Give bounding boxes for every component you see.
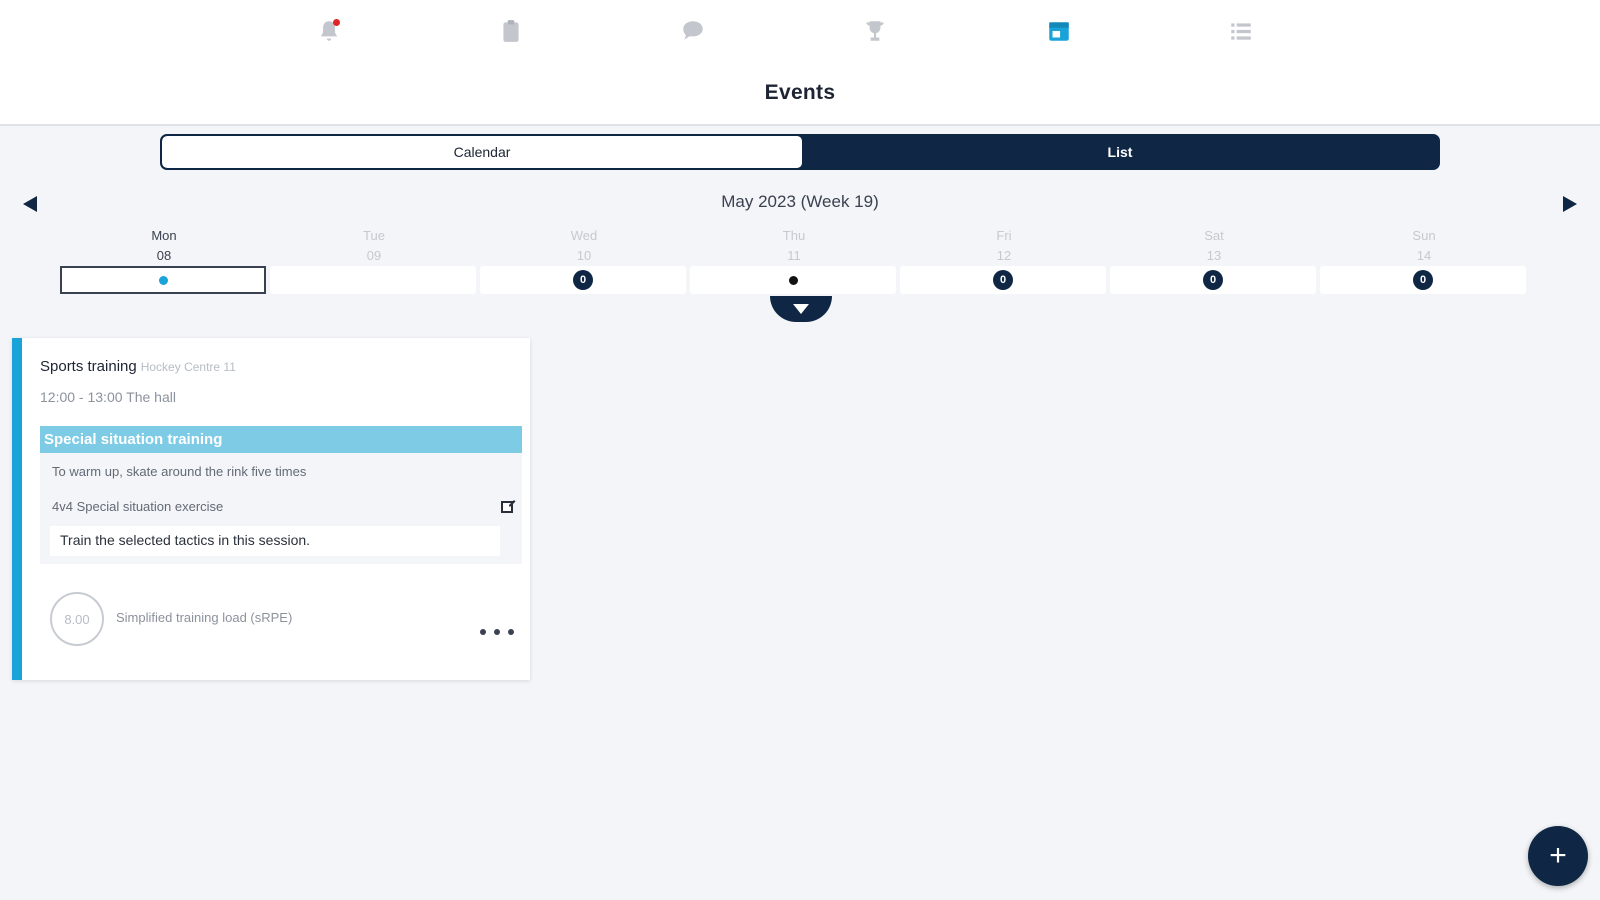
event-count-badge: 0 [1413, 270, 1433, 290]
event-count-badge: 0 [1203, 270, 1223, 290]
calendar-icon[interactable] [1042, 14, 1076, 48]
event-title-row: Sports training Hockey Centre 11 [40, 358, 236, 375]
training-plan-note: Train the selected tactics in this sessi… [50, 526, 500, 556]
day-number: 10 [576, 248, 592, 263]
chat-icon[interactable] [676, 14, 710, 48]
training-load-label: Simplified training load (sRPE) [116, 610, 293, 625]
expand-calendar-button[interactable] [770, 296, 832, 322]
more-dot [480, 629, 486, 635]
day-name: Fri [996, 228, 1012, 243]
day-cell[interactable]: 0 [1110, 266, 1316, 294]
list-icon[interactable] [1224, 14, 1258, 48]
day-column-fri: Fri 12 0 [900, 226, 1108, 296]
day-cell[interactable] [60, 266, 266, 294]
bell-icon[interactable] [312, 14, 346, 48]
clipboard-icon[interactable] [494, 14, 528, 48]
event-title: Sports training [40, 358, 137, 375]
top-navigation [0, 0, 1600, 62]
day-name: Wed [570, 228, 598, 243]
day-number: 09 [366, 248, 382, 263]
training-plan: Special situation training To warm up, s… [40, 426, 522, 564]
day-column-wed: Wed 10 0 [480, 226, 688, 296]
add-event-button[interactable]: + [1528, 826, 1588, 886]
day-number: 13 [1206, 248, 1222, 263]
day-column-mon: Mon 08 [60, 226, 268, 296]
page-header: Events [0, 62, 1600, 126]
event-count-badge: 0 [993, 270, 1013, 290]
view-toggle: Calendar List [160, 134, 1440, 170]
week-title: May 2023 (Week 19) [721, 192, 879, 211]
previous-week-arrow-icon[interactable] [18, 192, 42, 216]
next-week-arrow-icon[interactable] [1558, 192, 1582, 216]
day-number: 12 [996, 248, 1012, 263]
training-plan-item-label: 4v4 Special situation exercise [52, 499, 224, 514]
training-load-value: 8.00 [50, 592, 104, 646]
event-dot [788, 275, 798, 285]
event-time: 12:00 - 13:00 The hall [40, 389, 176, 405]
day-number: 08 [156, 248, 172, 263]
day-column-thu: Thu 11 [690, 226, 898, 296]
training-plan-item: To warm up, skate around the rink five t… [40, 457, 522, 488]
event-location: Hockey Centre 11 [140, 360, 236, 374]
day-name: Tue [363, 228, 385, 243]
event-count-badge: 0 [573, 270, 593, 290]
list-view-button[interactable]: List [802, 136, 1438, 168]
day-name: Sat [1204, 228, 1224, 243]
training-plan-item-with-note: 4v4 Special situation exercise [40, 492, 522, 523]
trophy-icon[interactable] [858, 14, 892, 48]
event-card[interactable]: Sports training Hockey Centre 11 12:00 - … [12, 338, 530, 680]
page-title: Events [764, 81, 836, 104]
week-days: Mon 08 Tue 09 Wed 10 0 Thu 11 Fri 12 0 Sat 13 0 Sun 14 0 [60, 226, 1544, 296]
day-name: Thu [782, 228, 806, 243]
day-cell[interactable]: 0 [900, 266, 1106, 294]
day-column-sat: Sat 13 0 [1110, 226, 1318, 296]
day-number: 11 [787, 248, 801, 263]
more-dot [494, 629, 500, 635]
day-number: 14 [1416, 248, 1432, 263]
day-name: Sun [1412, 228, 1436, 243]
day-name: Mon [151, 228, 177, 243]
calendar-view-button[interactable]: Calendar [162, 136, 802, 168]
more-dot [508, 629, 514, 635]
day-cell[interactable] [690, 266, 896, 294]
notification-dot [333, 19, 340, 26]
event-dot [158, 275, 168, 285]
day-column-sun: Sun 14 0 [1320, 226, 1528, 296]
event-card-accent [12, 338, 22, 680]
day-cell[interactable] [270, 266, 476, 294]
more-options-button[interactable] [480, 624, 514, 640]
day-column-tue: Tue 09 [270, 226, 478, 296]
edit-note-icon[interactable] [500, 498, 516, 514]
day-cell[interactable]: 0 [480, 266, 686, 294]
day-cell[interactable]: 0 [1320, 266, 1526, 294]
training-plan-title[interactable]: Special situation training [40, 426, 522, 453]
